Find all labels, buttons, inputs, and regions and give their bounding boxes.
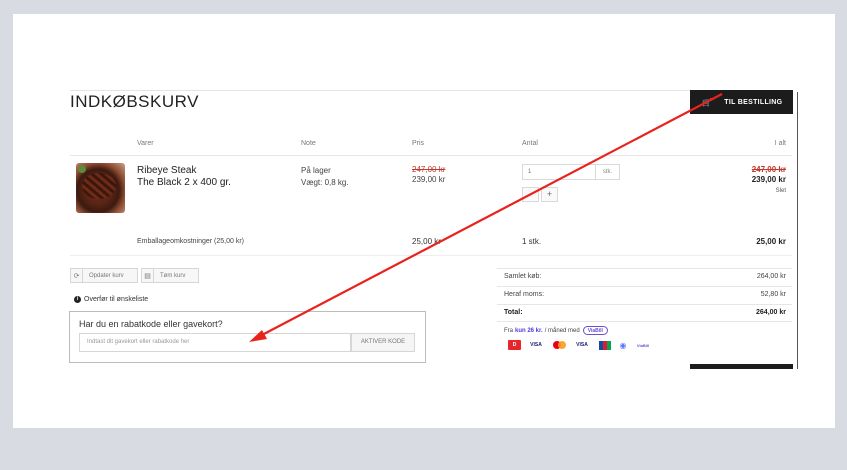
annotation-arrow bbox=[249, 93, 723, 342]
arrow-line bbox=[261, 93, 723, 336]
arrow-head bbox=[249, 330, 267, 342]
